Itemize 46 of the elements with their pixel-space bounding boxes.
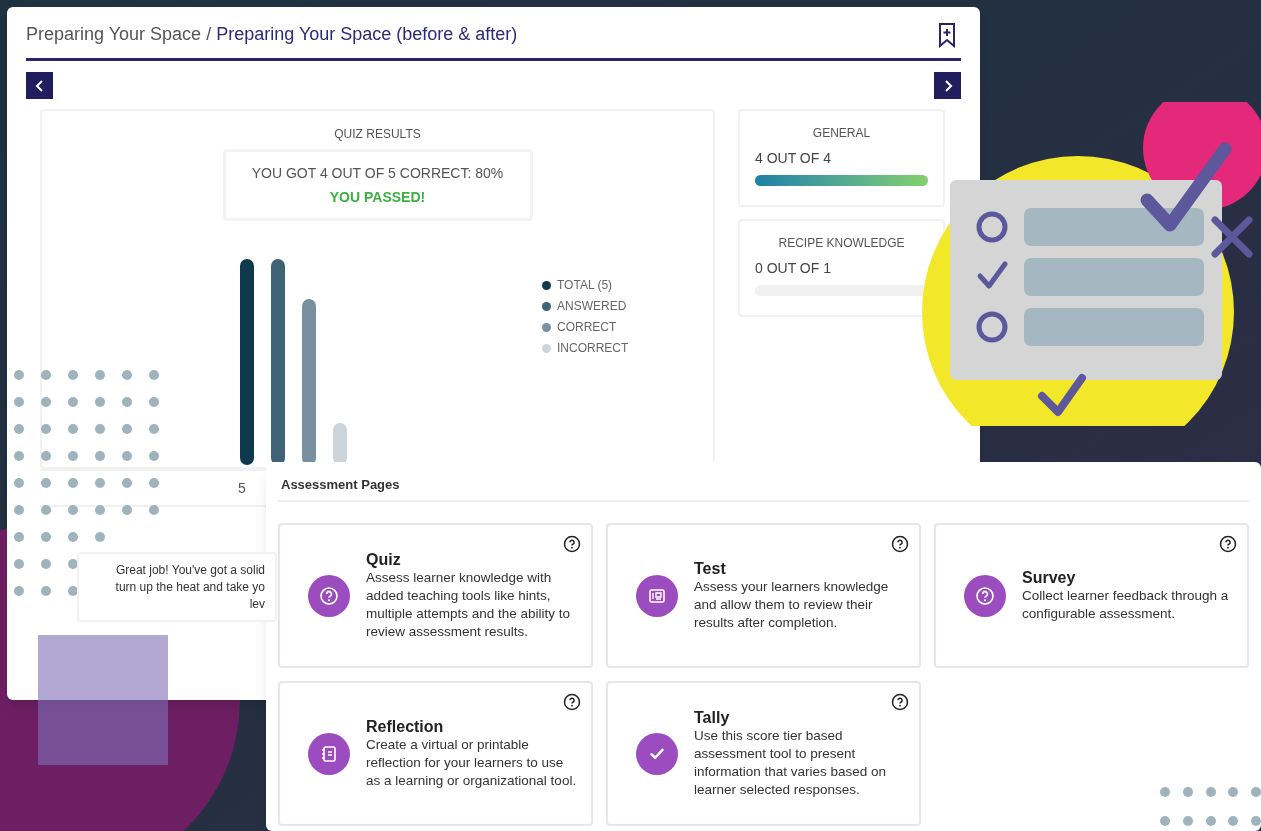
card-description: Assess learner knowledge with added teaching tools like hints, multiple attempts and the ability to review assessment results. xyxy=(366,569,572,641)
assessment-type-card[interactable]: Test Assess your learners knowledge and allow them to review their results after completion. xyxy=(606,523,921,668)
chevron-right-icon xyxy=(942,78,953,93)
help-icon[interactable] xyxy=(1219,535,1237,553)
help-icon[interactable] xyxy=(563,535,581,553)
category-title: GENERAL xyxy=(811,125,872,142)
breadcrumb-link[interactable]: Preparing Your Space xyxy=(26,21,202,48)
assessment-type-card[interactable]: Tally Use this score tier based assessment tool to present information that varies based on learner selected responses. xyxy=(606,681,921,826)
chart-bar xyxy=(333,423,347,465)
help-icon[interactable] xyxy=(563,693,581,711)
category-score: 0 OUT OF 1 xyxy=(755,259,832,278)
help-icon[interactable] xyxy=(891,535,909,553)
assessment-type-card[interactable]: Survey Collect learner feedback through a configurable assessment. xyxy=(934,523,1249,668)
category-score: 4 OUT OF 4 xyxy=(755,149,832,168)
legend-label: TOTAL (5) xyxy=(557,277,613,294)
card-title: Tally xyxy=(694,708,731,727)
feedback-text: Great job! You've got a solid xyxy=(115,561,265,579)
pass-status: YOU PASSED! xyxy=(329,187,426,207)
assessment-type-card[interactable]: Reflection Create a virtual or printable reflection for your learners to use as a learning or organizational tool. xyxy=(278,681,593,826)
legend-label: ANSWERED xyxy=(557,298,627,315)
breadcrumb-separator: / xyxy=(206,23,212,46)
previous-button[interactable] xyxy=(26,72,53,99)
legend-label: CORRECT xyxy=(557,319,617,336)
section-title: Assessment Pages xyxy=(281,477,400,492)
card-description: Assess your learners knowledge and allow them to review their results after completion. xyxy=(694,578,890,632)
card-description: Create a virtual or printable reflection for your learners to use as a learning or organizational tool. xyxy=(366,736,577,790)
next-button[interactable] xyxy=(934,72,961,99)
chevron-left-icon xyxy=(34,78,45,93)
feedback-text: lev xyxy=(249,595,265,613)
count-label: 5 xyxy=(238,478,246,498)
checkmark-icon xyxy=(650,748,664,759)
card-title: Reflection xyxy=(366,717,445,736)
bookmark-icon[interactable] xyxy=(938,21,956,48)
card-description: Collect learner feedback through a configurable assessment. xyxy=(1022,587,1230,623)
assessment-type-card[interactable]: Quiz Assess learner knowledge with added teaching tools like hints, multiple attempts and the ability to review assessment results. xyxy=(278,523,593,668)
score-text: YOU GOT 4 OUT OF 5 CORRECT: 80% xyxy=(251,163,504,183)
legend-label: INCORRECT xyxy=(557,340,629,357)
category-title: RECIPE KNOWLEDGE xyxy=(777,235,906,252)
card-title: Quiz xyxy=(366,550,402,569)
page-title: Preparing Your Space (before & after) xyxy=(216,23,518,46)
feedback-text: turn up the heat and take yo xyxy=(115,578,265,596)
panel-title: QUIZ RESULTS xyxy=(334,126,421,143)
card-description: Use this score tier based assessment tool to present information that varies based on learner selected responses. xyxy=(694,727,888,799)
card-title: Test xyxy=(694,559,727,578)
help-icon[interactable] xyxy=(891,693,909,711)
card-title: Survey xyxy=(1022,568,1077,587)
